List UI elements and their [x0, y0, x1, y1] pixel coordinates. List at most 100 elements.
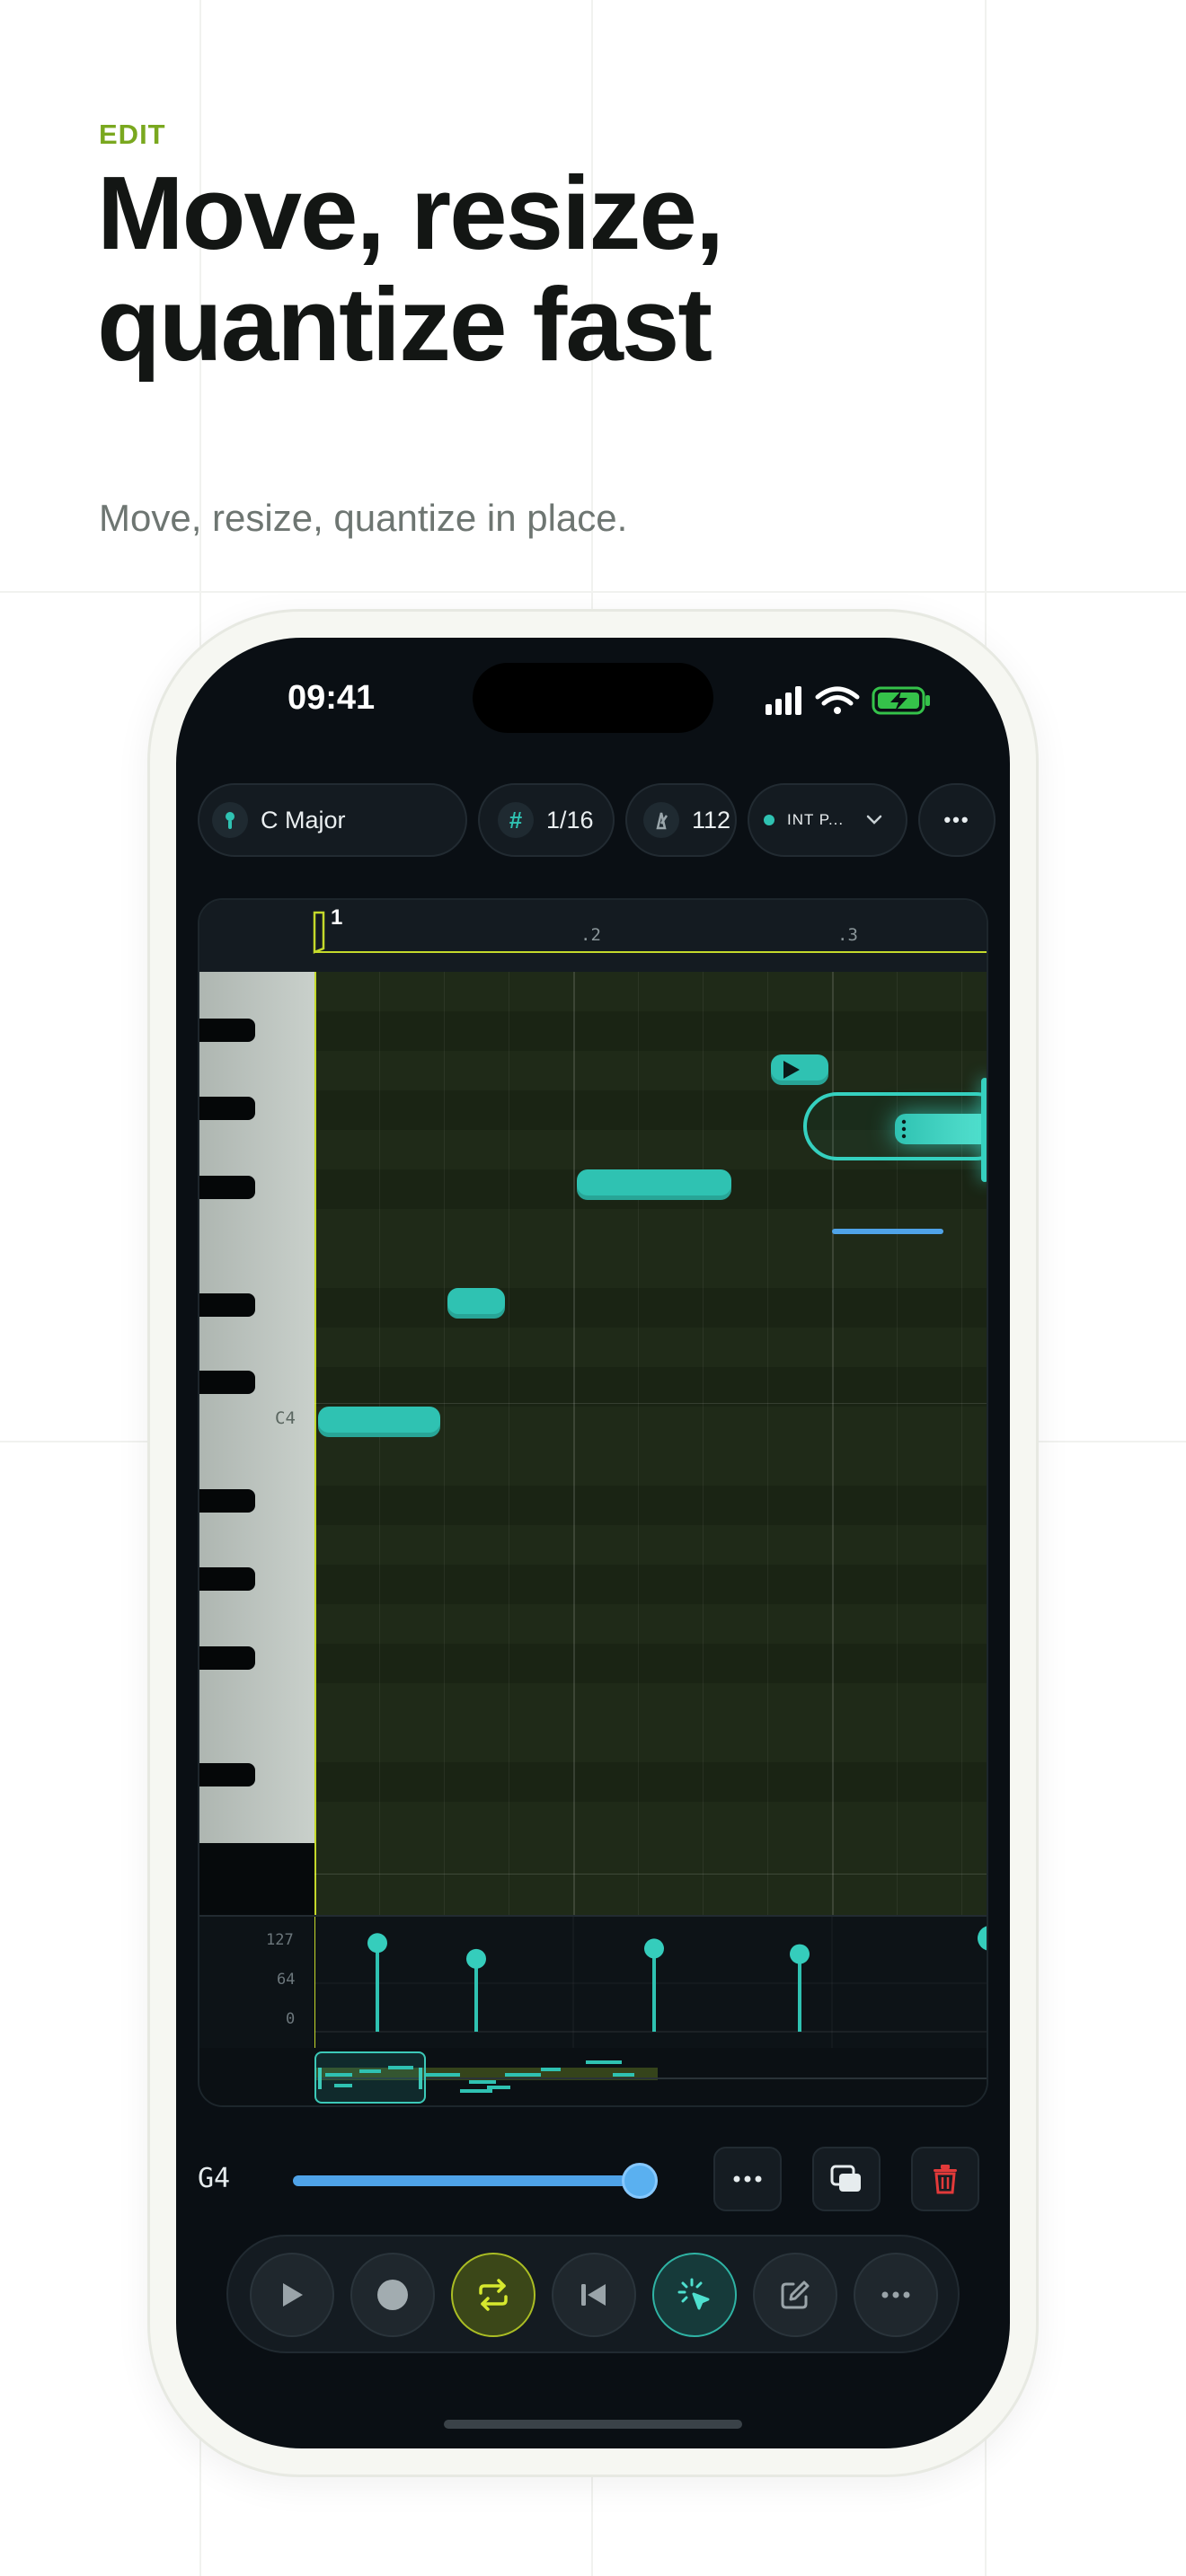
black-key-lane [314, 1565, 987, 1604]
selected-note[interactable] [895, 1114, 987, 1144]
black-key[interactable] [199, 1097, 255, 1120]
black-key-lane [314, 1644, 987, 1683]
ghost-note-preview [832, 1229, 943, 1234]
ellipsis-icon [881, 2291, 910, 2298]
selected-note-name: G4 [198, 2163, 231, 2194]
black-key[interactable] [199, 1763, 255, 1786]
black-key-lane [314, 1011, 987, 1051]
edit-tool-button[interactable] [753, 2253, 837, 2337]
skip-back-icon [581, 2284, 606, 2306]
resize-handle-icon [901, 1119, 907, 1139]
grid-selector[interactable]: # 1/16 [478, 783, 615, 857]
velocity-handle[interactable] [466, 1948, 486, 1969]
velocity-lane[interactable]: 127 64 0 [199, 1915, 988, 2050]
page-subtitle: Move, resize, quantize in place. [99, 497, 628, 539]
velocity-slider-thumb[interactable] [621, 2163, 658, 2199]
bg-grid-line [0, 591, 1186, 593]
headline-line-2: quantize fast [97, 266, 712, 383]
select-tool-button[interactable] [652, 2253, 737, 2337]
black-key[interactable] [199, 1489, 255, 1513]
note-options-button[interactable] [713, 2147, 782, 2211]
grid-label: 1/16 [546, 806, 594, 834]
grid-icon: # [498, 802, 534, 838]
black-key-lane [314, 1288, 987, 1328]
duplicate-button[interactable] [812, 2147, 881, 2211]
velocity-label-64: 64 [277, 1971, 296, 1989]
transport-more-button[interactable] [854, 2253, 938, 2337]
play-button[interactable] [250, 2253, 334, 2337]
transport-bar [226, 2235, 960, 2353]
black-key[interactable] [199, 1371, 255, 1394]
loop-button[interactable] [451, 2253, 535, 2337]
piano-roll-editor: 1 .2 .3 C4 127 64 0 [198, 898, 988, 2107]
phone-screen: 09:41 C Major # 1/16 112 INT P... ••• 1 … [176, 638, 1010, 2448]
record-button[interactable] [350, 2253, 435, 2337]
grid-bottom-line [314, 1874, 987, 1875]
black-key[interactable] [199, 1019, 255, 1042]
tempo-selector[interactable]: 112 [625, 783, 737, 857]
wifi-icon [815, 686, 860, 714]
trash-icon [934, 2165, 957, 2194]
resize-cursor[interactable] [981, 1078, 987, 1182]
minimap-right-handle[interactable] [419, 2068, 422, 2089]
more-icon: ••• [943, 808, 970, 831]
c4-key-label: C4 [275, 1408, 296, 1428]
black-key[interactable] [199, 1567, 255, 1591]
velocity-stems[interactable] [314, 1917, 988, 2050]
note-g4[interactable] [447, 1288, 505, 1319]
duplicate-icon [830, 2165, 861, 2192]
black-key-lane [314, 1367, 987, 1407]
black-key[interactable] [199, 1176, 255, 1199]
delete-button[interactable] [911, 2147, 979, 2211]
c4-row-line [314, 1403, 987, 1404]
velocity-handle[interactable] [978, 1926, 988, 1951]
status-time: 09:41 [288, 679, 376, 717]
record-icon [377, 2280, 408, 2310]
instrument-selector[interactable]: INT P... [748, 783, 907, 857]
select-cursor-icon [677, 2278, 710, 2310]
velocity-label-127: 127 [266, 1931, 294, 1949]
ruler-beat-2: .2 [580, 925, 601, 945]
key-icon [212, 802, 248, 838]
playhead-line [314, 972, 316, 1915]
signal-icon [766, 686, 801, 715]
ruler-bar-1: 1 [331, 905, 343, 930]
headline-line-1: Move, resize, [97, 154, 724, 271]
grid-line [444, 972, 445, 1915]
instrument-dot-icon [764, 815, 774, 825]
velocity-handle[interactable] [644, 1938, 664, 1959]
note-c5[interactable] [577, 1169, 731, 1200]
black-key[interactable] [199, 1293, 255, 1317]
overview-minimap[interactable] [199, 2048, 987, 2105]
velocity-handle[interactable] [790, 1944, 810, 1964]
dynamic-island [473, 663, 713, 733]
metronome-icon [643, 802, 679, 838]
loop-icon [479, 2279, 508, 2311]
key-selector[interactable]: C Major [198, 783, 467, 857]
grid-line [638, 972, 639, 1915]
velocity-handle[interactable] [367, 1933, 387, 1954]
note-grid[interactable] [314, 972, 987, 1915]
note-d5[interactable] [771, 1054, 828, 1085]
more-button[interactable]: ••• [918, 783, 996, 857]
beat-line [573, 972, 575, 1915]
timeline-ruler[interactable]: 1 .2 .3 [199, 900, 987, 972]
play-icon [283, 2283, 303, 2307]
minimap-viewport[interactable] [314, 2051, 426, 2104]
note-c4[interactable] [318, 1407, 440, 1437]
key-label: C Major [261, 806, 346, 834]
instrument-label: INT P... [787, 811, 845, 828]
play-note-icon [783, 1061, 800, 1079]
tempo-label: 112 [692, 806, 731, 834]
battery-charging-icon [872, 686, 930, 715]
velocity-slider-track[interactable] [293, 2175, 658, 2186]
keyboard-footer [199, 1843, 314, 1915]
home-indicator[interactable] [444, 2420, 742, 2429]
ellipsis-icon [733, 2175, 762, 2183]
black-key[interactable] [199, 1646, 255, 1670]
rewind-button[interactable] [552, 2253, 636, 2337]
piano-keyboard[interactable]: C4 [199, 972, 314, 1843]
black-key-lane [314, 1486, 987, 1525]
grid-line [767, 972, 768, 1915]
minimap-left-handle[interactable] [318, 2068, 322, 2089]
